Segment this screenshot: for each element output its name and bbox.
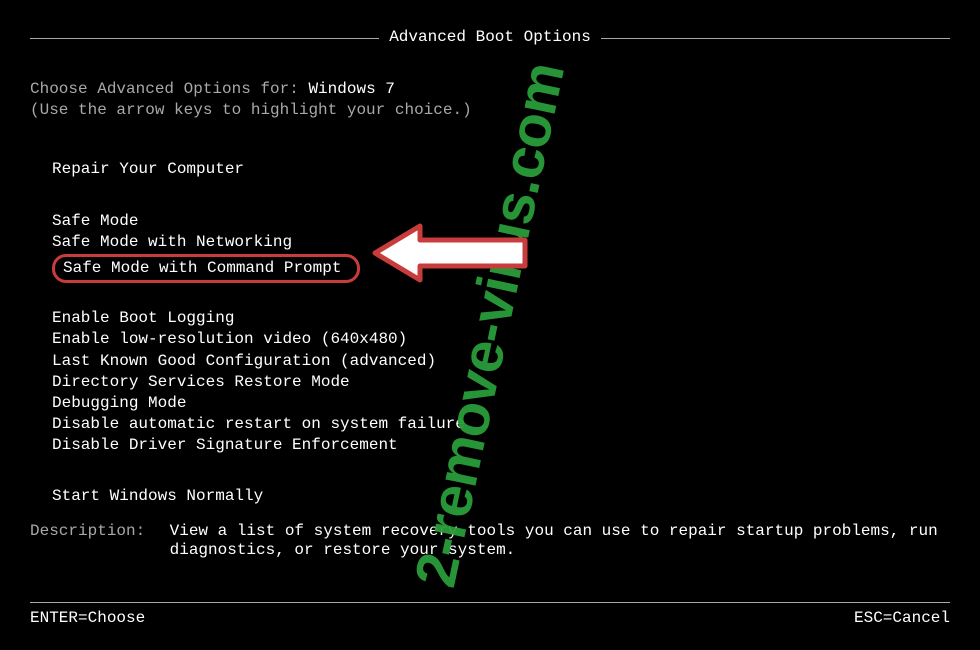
menu-item-directory-services[interactable]: Directory Services Restore Mode: [52, 373, 350, 392]
footer-esc: ESC=Cancel: [854, 609, 950, 628]
title-bar: Advanced Boot Options: [30, 28, 950, 48]
menu-item-start-normally[interactable]: Start Windows Normally: [52, 487, 263, 506]
menu-item-repair[interactable]: Repair Your Computer: [52, 160, 244, 179]
os-name: Windows 7: [308, 80, 394, 98]
title-line-right: [601, 38, 950, 39]
footer-row: ENTER=Choose ESC=Cancel: [30, 609, 950, 628]
choose-prompt: Choose Advanced Options for: Windows 7: [30, 80, 950, 99]
menu-item-boot-logging[interactable]: Enable Boot Logging: [52, 309, 234, 328]
menu-group-normal: Start Windows Normally: [52, 487, 950, 508]
content-area: Choose Advanced Options for: Windows 7 (…: [30, 80, 950, 509]
description-text: View a list of system recovery tools you…: [170, 522, 950, 560]
footer: ENTER=Choose ESC=Cancel: [30, 602, 950, 628]
menu-group-safemode: Safe Mode Safe Mode with Networking Safe…: [52, 212, 950, 284]
menu-item-safe-mode-cmd-highlighted[interactable]: Safe Mode with Command Prompt: [52, 254, 360, 283]
page-title: Advanced Boot Options: [379, 28, 601, 47]
footer-enter: ENTER=Choose: [30, 609, 145, 628]
menu-item-low-res[interactable]: Enable low-resolution video (640x480): [52, 330, 407, 349]
menu-item-safe-mode[interactable]: Safe Mode: [52, 212, 138, 231]
menu-group-repair: Repair Your Computer: [52, 160, 950, 181]
description-label: Description:: [30, 522, 160, 541]
menu-item-safe-mode-networking[interactable]: Safe Mode with Networking: [52, 233, 292, 252]
menu-item-last-known-good[interactable]: Last Known Good Configuration (advanced): [52, 352, 436, 371]
hint-text: (Use the arrow keys to highlight your ch…: [30, 101, 950, 120]
menu-group-advanced: Enable Boot Logging Enable low-resolutio…: [52, 309, 950, 457]
menu-item-disable-auto-restart[interactable]: Disable automatic restart on system fail…: [52, 415, 465, 434]
title-line-left: [30, 38, 379, 39]
choose-prefix: Choose Advanced Options for:: [30, 80, 308, 98]
menu-item-debugging[interactable]: Debugging Mode: [52, 394, 186, 413]
description-block: Description: View a list of system recov…: [30, 522, 950, 560]
menu-item-disable-driver-sig[interactable]: Disable Driver Signature Enforcement: [52, 436, 398, 455]
footer-divider: [30, 602, 950, 603]
